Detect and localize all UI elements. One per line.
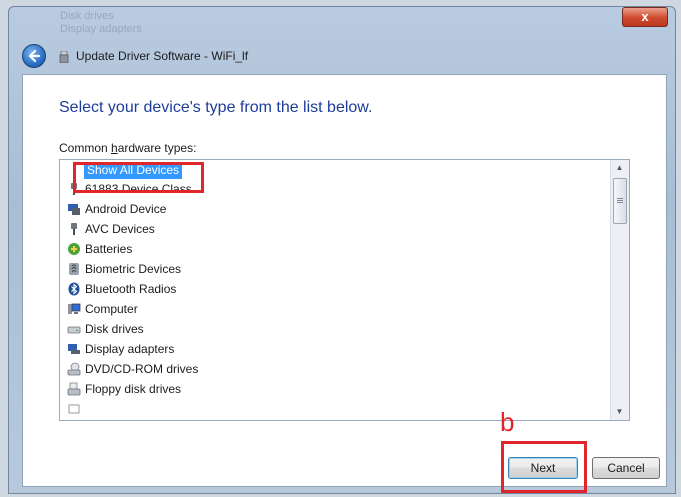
list-item-android-device[interactable]: Android Device — [67, 200, 166, 218]
display-adapter-icon — [68, 344, 80, 354]
plug-icon — [71, 223, 77, 235]
next-button[interactable]: Next — [508, 457, 578, 479]
list-item-computer[interactable]: Computer — [67, 300, 138, 318]
biometric-icon — [69, 263, 79, 275]
list-item-label: Batteries — [85, 242, 133, 256]
wizard-panel: Select your device's type from the list … — [22, 74, 667, 487]
close-icon: x — [641, 9, 649, 24]
battery-icon — [68, 243, 80, 255]
scroll-thumb[interactable] — [613, 178, 627, 224]
list-item-label: Android Device — [85, 202, 167, 216]
bluetooth-icon — [68, 282, 80, 296]
list-item-label: Disk drives — [85, 322, 144, 336]
list-viewport: Show All Devices 61883 Device Class Andr… — [60, 160, 612, 420]
list-scrollbar[interactable]: ▲ ▼ — [610, 160, 629, 420]
scroll-down-icon[interactable]: ▼ — [611, 404, 628, 420]
window-title: Update Driver Software - WiFi_lf — [76, 49, 249, 63]
page-heading: Select your device's type from the list … — [59, 99, 373, 116]
computer-icon — [68, 303, 81, 314]
grip-line — [617, 202, 623, 203]
ghost-text-2: Display adapters — [60, 23, 142, 35]
list-item-batteries[interactable]: Batteries — [67, 240, 132, 258]
list-label: Common hardware types: — [59, 141, 197, 155]
list-item-disk-drives[interactable]: Disk drives — [67, 320, 144, 338]
list-item-label: Bluetooth Radios — [85, 282, 177, 296]
list-item-biometric-devices[interactable]: Biometric Devices — [67, 260, 181, 278]
annotation-label: b — [500, 407, 515, 437]
grip-line — [617, 198, 623, 199]
list-item-label: Computer — [85, 302, 138, 316]
list-item-display-adapters[interactable]: Display adapters — [67, 340, 174, 358]
list-item-avc-devices[interactable]: AVC Devices — [67, 220, 155, 238]
android-device-icon — [68, 204, 80, 215]
background-window-ghost: Disk drives Display adapters — [60, 10, 230, 36]
back-button[interactable] — [22, 44, 46, 68]
list-item-label: DVD/CD-ROM drives — [85, 362, 199, 376]
back-arrow-icon — [28, 49, 41, 63]
floppy-drive-icon — [67, 382, 81, 396]
list-item-bluetooth-radios[interactable]: Bluetooth Radios — [67, 280, 176, 298]
scroll-up-icon[interactable]: ▲ — [611, 160, 628, 176]
annotation-highlight-show-all — [73, 162, 204, 193]
dvd-drive-icon — [67, 362, 81, 376]
grip-line — [617, 200, 623, 201]
list-item-label: Display adapters — [85, 342, 175, 356]
list-item-label: Floppy disk drives — [85, 382, 182, 396]
list-item-label: Biometric Devices — [85, 262, 182, 276]
list-item-dvd-cd-rom-drives[interactable]: DVD/CD-ROM drives — [67, 360, 198, 378]
list-item-partial — [67, 400, 85, 418]
device-icon — [68, 404, 80, 414]
disk-drive-icon — [67, 326, 81, 334]
cancel-button[interactable]: Cancel — [592, 457, 660, 479]
list-item-label: AVC Devices — [85, 222, 155, 236]
close-button[interactable]: x — [622, 7, 668, 27]
list-item-floppy-disk-drives[interactable]: Floppy disk drives — [67, 380, 181, 398]
ghost-text-1: Disk drives — [60, 10, 114, 22]
hardware-type-list[interactable]: Show All Devices 61883 Device Class Andr… — [59, 159, 630, 421]
usb-device-icon — [59, 51, 69, 63]
